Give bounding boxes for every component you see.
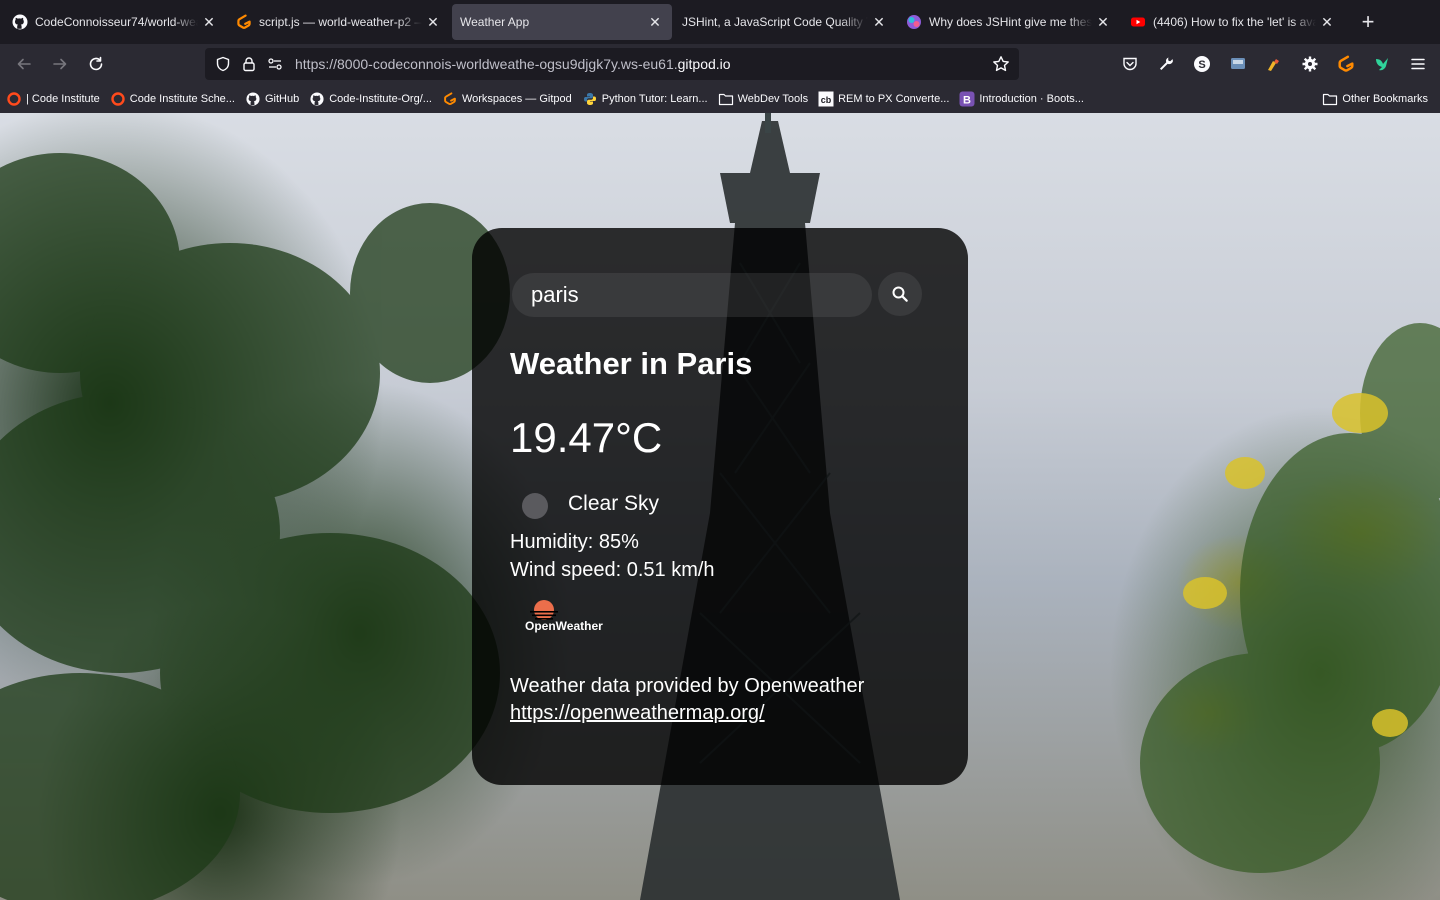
gitpod-icon[interactable]: [1328, 48, 1364, 80]
reload-icon: [89, 56, 103, 71]
bookmark-item[interactable]: Python Tutor: Learn...: [582, 91, 708, 107]
python-icon: [582, 91, 598, 107]
close-icon[interactable]: ✕: [646, 13, 664, 31]
bookmark-label: WebDev Tools: [737, 92, 809, 105]
weather-description: Clear Sky: [568, 492, 660, 515]
tab-strip: CodeConnoisseur74/world-weat ✕ script.js…: [0, 0, 1440, 44]
wind-speed: Wind speed: 0.51 km/h: [510, 559, 715, 581]
city-heading: Weather in Paris: [510, 346, 753, 381]
reload-button[interactable]: [80, 48, 112, 80]
page-content: paris Weather in Paris 19.47°C Clear Sky…: [0, 113, 1440, 900]
shield-icon[interactable]: [213, 54, 233, 74]
gear-icon[interactable]: [1292, 48, 1328, 80]
url-text: https://8000-codeconnois-worldweathe-ogs…: [295, 56, 731, 72]
github-icon: [12, 14, 28, 30]
hummingbird-icon[interactable]: [1364, 48, 1400, 80]
data-credit: Weather data provided by Openweather: [510, 675, 865, 697]
bookmark-label: Code-Institute-Org/...: [329, 92, 432, 105]
forward-button[interactable]: [44, 48, 76, 80]
cb-icon: cb: [818, 91, 834, 107]
tab-title: JSHint, a JavaScript Code Quality To: [682, 15, 868, 29]
github-icon: [309, 91, 325, 107]
tab-github[interactable]: CodeConnoisseur74/world-weat ✕: [4, 4, 226, 40]
bootstrap-icon: B: [959, 91, 975, 107]
bookmark-label: Python Tutor: Learn...: [601, 92, 708, 105]
bookmark-item[interactable]: GitHub: [245, 91, 299, 107]
permissions-icon[interactable]: [265, 54, 285, 74]
bookmark-star-icon[interactable]: [991, 54, 1011, 74]
hamburger-menu-icon[interactable]: [1400, 48, 1436, 80]
tab-title: CodeConnoisseur74/world-weat: [35, 15, 198, 29]
color-picker-icon[interactable]: [1256, 48, 1292, 80]
search-icon: [892, 286, 908, 302]
bookmark-item[interactable]: Workspaces — Gitpod: [442, 91, 572, 107]
bookmark-item[interactable]: cb REM to PX Converte...: [818, 91, 949, 107]
navigation-toolbar: https://8000-codeconnois-worldweathe-ogs…: [0, 44, 1440, 84]
search-input-value: paris: [531, 282, 579, 307]
code-institute-icon: [6, 91, 22, 107]
new-tab-button[interactable]: +: [1352, 6, 1384, 38]
svg-text:B: B: [963, 94, 971, 106]
humidity: Humidity: 85%: [510, 531, 639, 553]
tab-gitpod-script[interactable]: script.js — world-weather-p2 — ✕: [228, 4, 450, 40]
close-icon[interactable]: ✕: [200, 13, 218, 31]
tab-title: (4406) How to fix the 'let' is avail: [1153, 15, 1316, 29]
weather-card: paris Weather in Paris 19.47°C Clear Sky…: [472, 228, 968, 785]
bookmark-label: Other Bookmarks: [1342, 92, 1428, 105]
code-institute-icon: [110, 91, 126, 107]
wrench-icon[interactable]: [1148, 48, 1184, 80]
lock-icon[interactable]: [239, 54, 259, 74]
youtube-icon: [1130, 14, 1146, 30]
bookmark-item[interactable]: Code-Institute-Org/...: [309, 91, 432, 107]
bookmark-label: Workspaces — Gitpod: [461, 92, 572, 105]
bookmark-item[interactable]: B Introduction · Boots...: [959, 91, 1084, 107]
close-icon[interactable]: ✕: [870, 13, 888, 31]
bookmarks-toolbar: | Code Institute Code Institute Sche... …: [0, 84, 1440, 113]
tab-weather-app[interactable]: Weather App ✕: [452, 4, 672, 40]
pocket-icon[interactable]: [1112, 48, 1148, 80]
bookmark-label: Introduction · Boots...: [979, 92, 1084, 105]
tab-title: script.js — world-weather-p2 —: [259, 15, 422, 29]
bookmark-label: GitHub: [264, 92, 300, 105]
gitpod-icon: [442, 91, 458, 107]
close-icon[interactable]: ✕: [424, 13, 442, 31]
openweather-logo-text: OpenWeather: [525, 619, 603, 633]
other-bookmarks-folder[interactable]: Other Bookmarks: [1322, 91, 1428, 107]
bookmark-item[interactable]: | Code Institute: [6, 91, 100, 107]
arrow-left-icon: [17, 58, 31, 70]
folder-icon: [718, 91, 734, 107]
bookmark-folder[interactable]: WebDev Tools: [718, 91, 809, 107]
stackoverflow-icon: [906, 14, 922, 30]
bookmark-label: | Code Institute: [26, 92, 100, 105]
search-button[interactable]: [878, 272, 922, 316]
bookmark-item[interactable]: Code Institute Sche...: [110, 91, 235, 107]
tab-jshint[interactable]: JSHint, a JavaScript Code Quality To ✕: [674, 4, 896, 40]
close-icon[interactable]: ✕: [1318, 13, 1336, 31]
tab-title: Weather App: [460, 15, 530, 29]
tab-title: Why does JSHint give me these w: [929, 15, 1092, 29]
folder-icon: [1322, 91, 1338, 107]
temperature: 19.47°C: [510, 414, 663, 461]
search-input[interactable]: paris: [512, 273, 872, 317]
close-icon[interactable]: ✕: [1094, 13, 1112, 31]
address-bar[interactable]: https://8000-codeconnois-worldweathe-ogs…: [205, 48, 1019, 80]
bookmark-label: REM to PX Converte...: [838, 92, 950, 105]
tab-stackoverflow[interactable]: Why does JSHint give me these w ✕: [898, 4, 1120, 40]
svg-text:S: S: [1198, 59, 1205, 71]
arrow-right-icon: [53, 58, 67, 70]
back-button[interactable]: [8, 48, 40, 80]
toolbar-extensions: S: [1112, 48, 1436, 80]
openweather-link[interactable]: https://openweathermap.org/: [510, 702, 765, 725]
tab-youtube[interactable]: (4406) How to fix the 'let' is avail ✕: [1122, 4, 1344, 40]
weather-condition-icon: [522, 493, 548, 519]
s-extension-icon[interactable]: S: [1184, 48, 1220, 80]
github-icon: [245, 91, 261, 107]
bookmark-label: Code Institute Sche...: [129, 92, 235, 105]
svg-text:cb: cb: [821, 95, 832, 105]
screenshot-icon[interactable]: [1220, 48, 1256, 80]
gitpod-icon: [236, 14, 252, 30]
